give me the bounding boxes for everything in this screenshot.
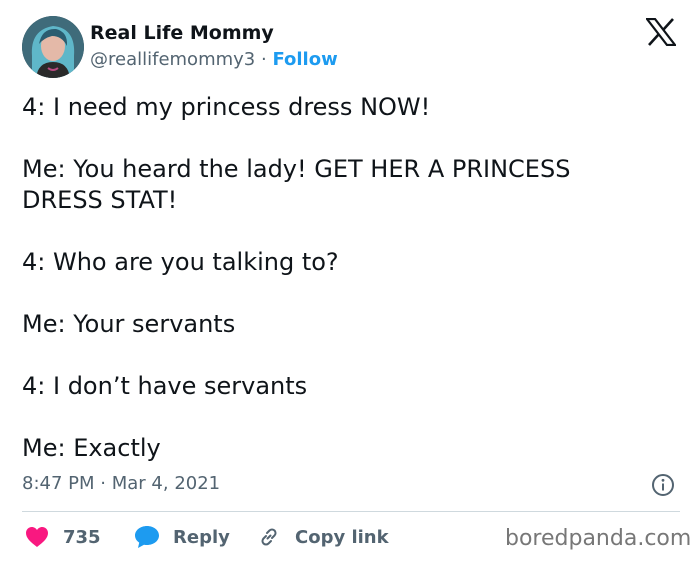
tweet-line: 4: I don’t have servants — [22, 372, 308, 400]
tweet-card: Real Life Mommy @reallifemommy3 · Follow… — [0, 0, 700, 563]
reply-label: Reply — [173, 526, 230, 548]
copy-link-label: Copy link — [295, 526, 389, 548]
info-icon[interactable] — [651, 473, 675, 497]
reply-bubble-icon — [134, 525, 160, 549]
x-logo-icon[interactable] — [644, 17, 678, 47]
timestamp-date: Mar 4, 2021 — [111, 473, 221, 494]
copy-link-button[interactable]: Copy link — [257, 523, 389, 551]
tweet-line: Me: You heard the lady! GET HER A PRINCE… — [22, 155, 571, 214]
avatar[interactable] — [22, 16, 84, 78]
timestamp-separator: · — [100, 473, 106, 494]
like-button[interactable]: 735 — [25, 523, 101, 551]
tweet-body: 4: I need my princess dress NOW! Me: You… — [22, 92, 662, 464]
tweet-line: 4: Who are you talking to? — [22, 248, 339, 276]
tweet-line: Me: Exactly — [22, 434, 161, 462]
timestamp[interactable]: 8:47 PM · Mar 4, 2021 — [22, 473, 220, 494]
like-count: 735 — [63, 526, 101, 548]
heart-icon — [25, 526, 49, 548]
author-handle[interactable]: @reallifemommy3 — [90, 49, 255, 70]
tweet-line: 4: I need my princess dress NOW! — [22, 93, 431, 121]
author-name[interactable]: Real Life Mommy — [90, 22, 274, 44]
divider — [22, 511, 680, 512]
author-handle-row: @reallifemommy3 · Follow — [90, 49, 338, 70]
timestamp-time: 8:47 PM — [22, 473, 95, 494]
reply-button[interactable]: Reply — [134, 523, 230, 551]
handle-separator: · — [260, 49, 267, 70]
follow-button[interactable]: Follow — [272, 49, 337, 70]
watermark: boredpanda.com — [505, 526, 692, 551]
tweet-line: Me: Your servants — [22, 310, 236, 338]
link-icon — [257, 525, 281, 549]
